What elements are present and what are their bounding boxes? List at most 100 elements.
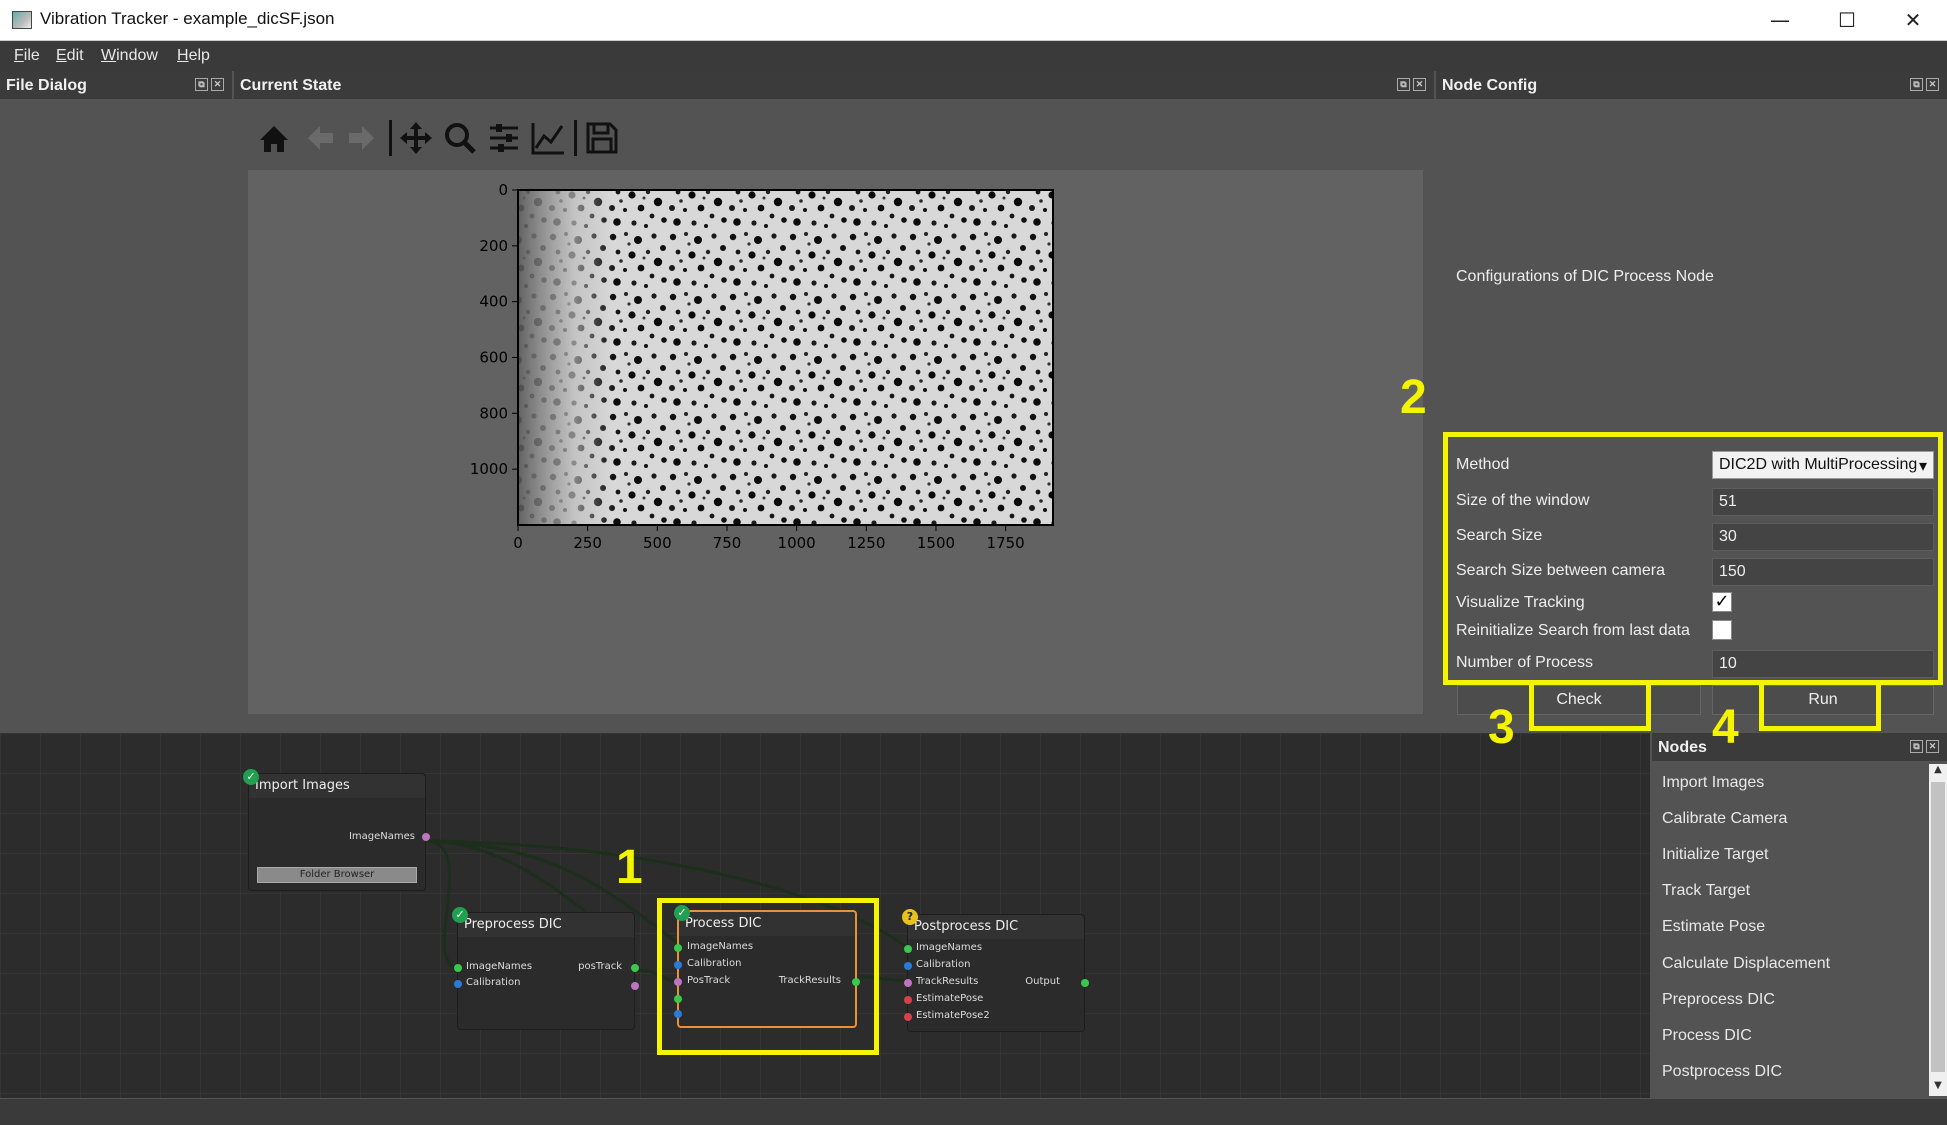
x-tick-label: 750 (713, 534, 742, 552)
window-titlebar: Vibration Tracker - example_dicSF.json —… (0, 0, 1947, 41)
home-icon[interactable] (254, 118, 294, 158)
menu-file[interactable]: File (14, 47, 40, 65)
file-dialog-header: File Dialog ⧉ ✕ (0, 71, 232, 99)
y-tick-label: 400 (479, 293, 508, 311)
list-item[interactable]: Process DIC (1662, 1027, 1752, 1045)
port-label: Calibration (466, 977, 521, 988)
port-label: Calibration (916, 959, 971, 970)
float-icon[interactable]: ⧉ (1910, 78, 1923, 91)
list-item[interactable]: Calculate Displacement (1662, 955, 1830, 973)
menu-edit[interactable]: Edit (56, 47, 84, 65)
float-icon[interactable]: ⧉ (1397, 78, 1410, 91)
input-port[interactable] (454, 980, 462, 988)
list-item[interactable]: Estimate Pose (1662, 918, 1765, 936)
config-description: Configurations of DIC Process Node (1456, 268, 1714, 285)
list-item[interactable]: Preprocess DIC (1662, 991, 1775, 1009)
x-tick-label: 1000 (778, 534, 816, 552)
annotation-number-3: 3 (1488, 701, 1515, 754)
input-port[interactable] (904, 979, 912, 987)
status-bar (0, 1098, 1947, 1125)
annotation-box-process (657, 898, 879, 1055)
postprocess-dic-node[interactable]: Postprocess DIC ImageNames Calibration T… (904, 914, 1089, 1032)
port-label: Output (1025, 976, 1060, 987)
nodes-title: Nodes (1658, 739, 1707, 756)
back-arrow-icon[interactable] (300, 118, 340, 158)
close-icon[interactable]: ✕ (1926, 78, 1939, 91)
input-port[interactable] (904, 945, 912, 953)
scrollbar-thumb[interactable] (1931, 782, 1945, 1072)
port-label: EstimatePose2 (916, 1010, 990, 1021)
input-port[interactable] (904, 996, 912, 1004)
nodes-scrollbar[interactable]: ▲ ▼ (1929, 764, 1947, 1096)
status-warning-icon: ? (902, 909, 918, 925)
list-item[interactable]: Calibrate Camera (1662, 810, 1787, 828)
x-tick-label: 1500 (917, 534, 955, 552)
x-tick-label: 500 (643, 534, 672, 552)
annotation-box-run (1759, 683, 1881, 731)
plot-figure: 0 250 500 750 1000 1250 1500 1750 0 200 400 600 800… (248, 170, 1423, 714)
close-icon[interactable]: ✕ (211, 78, 224, 91)
x-tick-label: 0 (513, 534, 523, 552)
node-title: Postprocess DIC (908, 915, 1084, 939)
close-button[interactable]: ✕ (1893, 6, 1933, 34)
menu-help[interactable]: Help (177, 47, 210, 65)
plot-canvas[interactable]: 0 250 500 750 1000 1250 1500 1750 0 200 400 600 800… (248, 170, 1423, 714)
toolbar-separator (574, 120, 577, 156)
save-icon[interactable] (582, 118, 622, 158)
menu-window[interactable]: Window (101, 47, 158, 65)
output-port[interactable] (631, 964, 639, 972)
node-config-header: Node Config ⧉ ✕ (1436, 71, 1947, 99)
window-title: Vibration Tracker - example_dicSF.json (40, 9, 335, 28)
edit-axis-icon[interactable] (528, 118, 568, 158)
forward-arrow-icon[interactable] (342, 118, 382, 158)
output-port[interactable] (1081, 979, 1089, 987)
current-state-title: Current State (240, 77, 342, 94)
dic-image (517, 189, 1054, 526)
port-label: posTrack (578, 961, 622, 972)
y-tick-label: 600 (479, 349, 508, 367)
list-item[interactable]: Import Images (1662, 774, 1764, 792)
port-label: ImageNames (916, 942, 983, 953)
pan-icon[interactable] (396, 118, 436, 158)
close-icon[interactable]: ✕ (1413, 78, 1426, 91)
scroll-down-icon[interactable]: ▼ (1929, 1080, 1947, 1096)
zoom-icon[interactable] (440, 118, 480, 158)
output-port[interactable] (631, 982, 639, 990)
output-port[interactable] (422, 833, 430, 841)
annotation-number-4: 4 (1712, 701, 1739, 754)
list-item[interactable]: Track Target (1662, 882, 1750, 900)
y-tick-label: 800 (479, 404, 508, 422)
y-axis: 0 200 400 600 800 1000 (470, 181, 518, 478)
float-icon[interactable]: ⧉ (195, 78, 208, 91)
status-ok-icon: ✓ (452, 907, 468, 923)
input-port[interactable] (454, 964, 462, 972)
toolbar-separator (389, 120, 392, 156)
y-tick-label: 0 (498, 181, 508, 199)
port-label: ImageNames (466, 961, 533, 972)
file-dialog-title: File Dialog (6, 77, 87, 94)
x-tick-label: 1750 (987, 534, 1025, 552)
list-item[interactable]: Initialize Target (1662, 846, 1768, 864)
status-ok-icon: ✓ (243, 769, 259, 785)
y-tick-label: 200 (479, 237, 508, 255)
input-port[interactable] (904, 1013, 912, 1021)
close-icon[interactable]: ✕ (1926, 740, 1939, 753)
annotation-number-1: 1 (616, 841, 643, 894)
x-tick-label: 1250 (847, 534, 885, 552)
preprocess-dic-node[interactable]: Preprocess DIC ImageNames Calibration po… (454, 912, 639, 1030)
list-item[interactable]: Postprocess DIC (1662, 1063, 1782, 1081)
folder-browser-button[interactable]: Folder Browser (257, 867, 417, 883)
node-config-title: Node Config (1442, 77, 1538, 94)
annotation-box-check (1529, 683, 1651, 731)
configure-subplots-icon[interactable] (484, 118, 524, 158)
y-tick-label: 1000 (470, 460, 508, 478)
input-port[interactable] (904, 962, 912, 970)
import-images-node[interactable]: Import Images ImageNames Folder Browser (248, 773, 430, 891)
scroll-up-icon[interactable]: ▲ (1929, 764, 1947, 780)
maximize-button[interactable]: ☐ (1827, 6, 1867, 34)
minimize-button[interactable]: — (1760, 6, 1800, 34)
annotation-number-2: 2 (1400, 371, 1427, 424)
float-icon[interactable]: ⧉ (1910, 740, 1923, 753)
file-dialog-panel: File Dialog ⧉ ✕ (0, 71, 232, 733)
menu-bar: File Edit Window Help (0, 41, 1947, 71)
